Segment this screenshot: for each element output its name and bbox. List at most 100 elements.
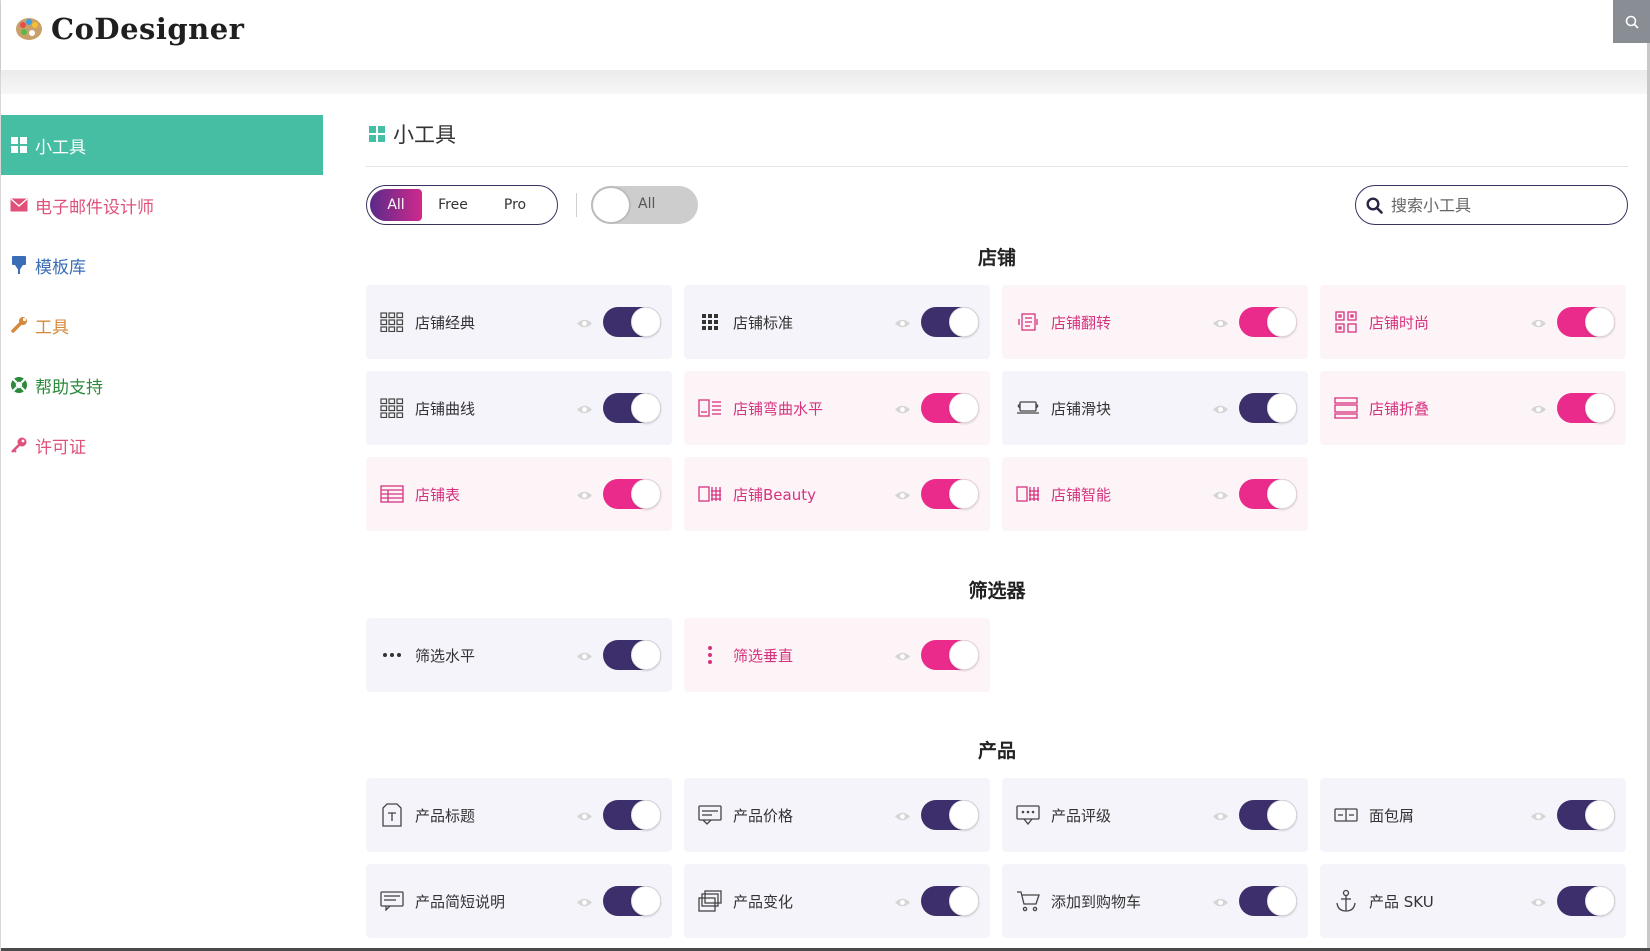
preview-eye-icon[interactable]	[894, 893, 911, 912]
widget-label: 店铺智能	[1051, 485, 1112, 504]
section-grid-shop: 店铺经典 店铺标准 店铺翻转 店铺时尚 店铺曲线 店铺弯曲水平 店铺滑块 店铺折…	[366, 285, 1628, 531]
widget-toggle[interactable]	[1557, 800, 1615, 830]
preview-eye-icon[interactable]	[894, 486, 911, 505]
widget-toggle[interactable]	[1557, 307, 1615, 337]
filter-all-button[interactable]: All	[370, 189, 422, 221]
widget-toggle[interactable]	[921, 640, 979, 670]
lifebuoy-icon	[10, 376, 28, 394]
widget-toggle[interactable]	[603, 640, 661, 670]
widget-toggle[interactable]	[921, 393, 979, 423]
brand-name: CoDesigner	[51, 12, 245, 46]
section-title-products: 产品	[977, 740, 1016, 762]
toggle-all-switch[interactable]: All	[591, 186, 698, 224]
widget-toggle[interactable]	[921, 886, 979, 916]
widget-toggle[interactable]	[1239, 307, 1297, 337]
preview-eye-icon[interactable]	[1530, 893, 1547, 912]
sidebar-item-email-designer[interactable]: 电子邮件设计师	[1, 175, 323, 235]
widget-toggle[interactable]	[1239, 886, 1297, 916]
search-corner-button[interactable]	[1613, 0, 1650, 43]
filter-pro-button[interactable]: Pro	[484, 189, 546, 221]
preview-eye-icon[interactable]	[576, 893, 593, 912]
preview-eye-icon[interactable]	[894, 647, 911, 666]
widget-label: 店铺表	[415, 485, 461, 504]
toggle-knob	[1267, 886, 1297, 916]
preview-eye-icon[interactable]	[894, 400, 911, 419]
widget-card: 店铺翻转	[1002, 285, 1308, 359]
widget-label: 面包屑	[1369, 806, 1415, 825]
widget-label: 产品变化	[733, 892, 794, 911]
widget-toggle[interactable]	[1239, 479, 1297, 509]
preview-eye-icon[interactable]	[1530, 400, 1547, 419]
sidebar-item-license[interactable]: 许可证	[1, 415, 323, 475]
sidebar-item-label: 电子邮件设计师	[35, 197, 154, 218]
search-input[interactable]	[1391, 195, 1611, 215]
widget-toggle[interactable]	[1239, 800, 1297, 830]
widget-toggle[interactable]	[603, 800, 661, 830]
preview-eye-icon[interactable]	[1212, 400, 1229, 419]
preview-eye-icon[interactable]	[1212, 314, 1229, 333]
widget-toggle[interactable]	[1557, 886, 1615, 916]
filter-separator	[576, 193, 577, 217]
preview-eye-icon[interactable]	[1212, 807, 1229, 826]
widget-toggle[interactable]	[921, 479, 979, 509]
slider-icon	[1015, 395, 1041, 421]
brand[interactable]: CoDesigner	[15, 12, 244, 46]
toggle-knob	[1267, 393, 1297, 423]
widget-label: 筛选垂直	[733, 646, 794, 665]
widget-toggle[interactable]	[921, 307, 979, 337]
table-icon	[379, 481, 405, 507]
sidebar-item-help-support[interactable]: 帮助支持	[1, 355, 323, 415]
page-title: 小工具	[366, 115, 1628, 153]
widget-toggle[interactable]	[603, 307, 661, 337]
widget-toggle[interactable]	[603, 886, 661, 916]
toggle-knob	[591, 186, 631, 224]
header-shadow-band	[1, 70, 1647, 94]
preview-eye-icon[interactable]	[576, 486, 593, 505]
sidebar-item-template-library[interactable]: 模板库	[1, 235, 323, 295]
widget-toggle[interactable]	[1239, 393, 1297, 423]
preview-eye-icon[interactable]	[1212, 486, 1229, 505]
preview-eye-icon[interactable]	[576, 400, 593, 419]
preview-eye-icon[interactable]	[894, 314, 911, 333]
search-icon	[1366, 196, 1383, 214]
widget-search-box	[1355, 185, 1628, 225]
filter-free-button[interactable]: Free	[422, 189, 484, 221]
preview-eye-icon[interactable]	[1530, 314, 1547, 333]
widget-label: 店铺弯曲水平	[733, 399, 824, 418]
filter-bar: All Free Pro All	[366, 167, 1628, 237]
preview-eye-icon[interactable]	[1212, 893, 1229, 912]
widget-toggle[interactable]	[603, 393, 661, 423]
price-tag-icon	[697, 802, 723, 828]
smart-grid-icon	[1015, 481, 1041, 507]
widget-toggle[interactable]	[1557, 393, 1615, 423]
widget-card: 产品价格	[684, 778, 990, 852]
preview-eye-icon[interactable]	[1530, 807, 1547, 826]
widget-label: 添加到购物车	[1051, 892, 1142, 911]
widget-label: 店铺时尚	[1369, 313, 1430, 332]
widget-label: 店铺曲线	[415, 399, 476, 418]
section-grid-products: 产品标题 产品价格 产品评级 面包屑 产品简短说明 产品变化 添加到购物车 产品…	[366, 778, 1628, 938]
widget-toggle[interactable]	[603, 479, 661, 509]
wrench-icon	[10, 316, 28, 334]
anchor-icon	[1333, 888, 1359, 914]
toggle-knob	[1585, 307, 1615, 337]
toggle-knob	[949, 886, 979, 916]
grid-3x3-outline-icon	[379, 309, 405, 335]
widget-card: 产品标题	[366, 778, 672, 852]
widget-label: 产品简短说明	[415, 892, 506, 911]
widgets-grid-icon	[10, 136, 28, 154]
widget-card: 店铺折叠	[1320, 371, 1626, 445]
toggle-all-label: All	[638, 196, 656, 212]
toggle-knob	[631, 800, 661, 830]
preview-eye-icon[interactable]	[576, 647, 593, 666]
search-icon	[1625, 15, 1639, 29]
sidebar-item-widgets[interactable]: 小工具	[1, 115, 323, 175]
preview-eye-icon[interactable]	[576, 314, 593, 333]
preview-eye-icon[interactable]	[576, 807, 593, 826]
widget-toggle[interactable]	[921, 800, 979, 830]
curve-horizontal-icon	[697, 395, 723, 421]
sidebar-item-tools[interactable]: 工具	[1, 295, 323, 355]
sidebar-item-label: 许可证	[35, 437, 86, 458]
preview-eye-icon[interactable]	[894, 807, 911, 826]
toggle-knob	[1585, 886, 1615, 916]
